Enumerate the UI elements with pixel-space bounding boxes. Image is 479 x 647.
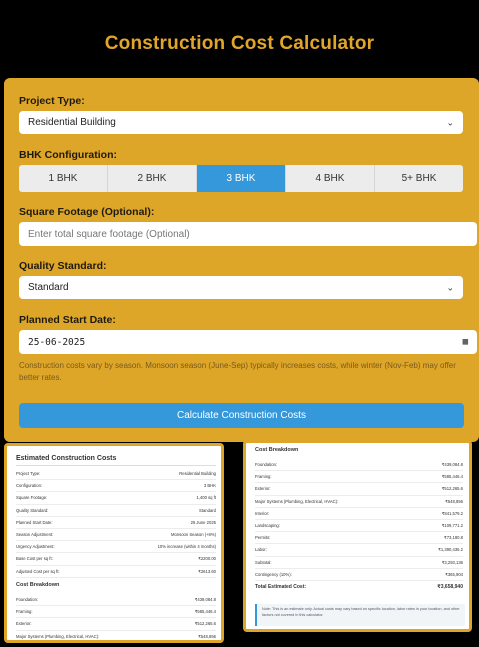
estimate-row: Planned Start Date: 25 June 2025 bbox=[16, 517, 216, 529]
bhk-option-2[interactable]: 2 BHK bbox=[108, 165, 197, 192]
calculator-form: Project Type: Residential Building ⌄ BHK… bbox=[4, 78, 479, 442]
bhk-option-5plus[interactable]: 5+ BHK bbox=[375, 165, 463, 192]
breakdown-list: Foundation: ₹439,084.8 Framing: ₹585,446.4… bbox=[255, 459, 463, 593]
estimate-breakdown: Foundation: ₹439,084.8 Framing: ₹585,446.4… bbox=[16, 594, 216, 640]
estimate-row: Square Footage: 1,400 sq ft bbox=[16, 492, 216, 505]
estimate-note: Note: This is an estimate only. Actual c… bbox=[255, 604, 465, 626]
season-note: Construction costs vary by season. Monso… bbox=[19, 361, 456, 382]
breakdown-row: Permits: ₹73,180.8 bbox=[255, 532, 463, 545]
start-date-input[interactable]: 25-06-2025 ▦ bbox=[19, 330, 477, 354]
estimate-row: Configuration: 3 BHK bbox=[16, 480, 216, 493]
calendar-icon[interactable]: ▦ bbox=[463, 337, 468, 347]
estimate-panel: Estimated Construction Costs Project Typ… bbox=[4, 443, 224, 643]
estimate-breakdown-title: Cost Breakdown bbox=[16, 582, 60, 588]
breakdown-row: Interior: ₹841,579.2 bbox=[255, 508, 463, 520]
breakdown-row: Foundation: ₹439,084.8 bbox=[255, 459, 463, 472]
bhk-label: BHK Configuration: bbox=[19, 149, 117, 161]
estimate-row: Project Type: Residential Building bbox=[16, 468, 216, 481]
sqft-label: Square Footage (Optional): bbox=[19, 206, 155, 218]
breakdown-row: Contingency (10%): ₹365,904 bbox=[255, 569, 463, 581]
calculate-button[interactable]: Calculate Construction Costs bbox=[19, 403, 464, 428]
breakdown-row: Landscaping: ₹109,771.2 bbox=[255, 520, 463, 533]
breakdown-row: Foundation: ₹439,084.8 bbox=[16, 594, 216, 607]
breakdown-row: Subtotal: ₹3,293,136 bbox=[255, 557, 463, 569]
breakdown-title: Cost Breakdown bbox=[255, 447, 299, 453]
breakdown-row: Major Systems (Plumbing, Electrical, HVA… bbox=[16, 631, 216, 640]
breakdown-row: Exterior: ₹512,265.6 bbox=[255, 483, 463, 496]
quality-label: Quality Standard: bbox=[19, 260, 107, 272]
sqft-input[interactable]: Enter total square footage (Optional) bbox=[19, 222, 477, 246]
breakdown-row: Labor: ₹1,390,435.2 bbox=[255, 544, 463, 557]
page: Construction Cost Calculator Project Typ… bbox=[0, 0, 479, 647]
project-type-select[interactable]: Residential Building ⌄ bbox=[19, 111, 463, 134]
bhk-option-4[interactable]: 4 BHK bbox=[286, 165, 375, 192]
page-title: Construction Cost Calculator bbox=[104, 33, 375, 54]
chevron-down-icon: ⌄ bbox=[446, 282, 454, 292]
estimate-row: Season Adjustment: Monsoon Season (+8%) bbox=[16, 529, 216, 542]
breakdown-panel: Cost Breakdown Foundation: ₹439,084.8 Fra… bbox=[243, 440, 472, 632]
estimate-title: Estimated Construction Costs bbox=[16, 455, 117, 462]
bhk-option-1[interactable]: 1 BHK bbox=[19, 165, 108, 192]
project-type-label: Project Type: bbox=[19, 95, 85, 107]
date-label: Planned Start Date: bbox=[19, 314, 116, 326]
chevron-down-icon: ⌄ bbox=[446, 117, 454, 127]
estimate-summary: Project Type: Residential Building Config… bbox=[16, 468, 216, 578]
bhk-option-3-selected[interactable]: 3 BHK bbox=[197, 165, 286, 192]
estimate-row: Base Cost per sq ft: ₹2200.00 bbox=[16, 553, 216, 566]
breakdown-row: Exterior: ₹512,265.6 bbox=[16, 618, 216, 631]
total-row: Total Estimated Cost: ₹3,658,940 bbox=[255, 583, 463, 590]
quality-value: Standard bbox=[28, 282, 69, 293]
bhk-selector: 1 BHK 2 BHK 3 BHK 4 BHK 5+ BHK bbox=[19, 165, 463, 192]
divider bbox=[16, 465, 216, 466]
estimate-row: Adjusted Cost per sq ft: ₹2613.60 bbox=[16, 566, 216, 578]
project-type-value: Residential Building bbox=[28, 117, 116, 128]
estimate-row: Quality Standard: Standard bbox=[16, 505, 216, 517]
quality-select[interactable]: Standard ⌄ bbox=[19, 276, 463, 299]
breakdown-row: Framing: ₹585,446.4 bbox=[255, 471, 463, 484]
start-date-value: 25-06-2025 bbox=[28, 336, 86, 348]
estimate-row: Urgency Adjustment: 10% increase (within … bbox=[16, 541, 216, 554]
breakdown-row: Major Systems (Plumbing, Electrical, HVA… bbox=[255, 496, 463, 508]
breakdown-row: Framing: ₹585,446.4 bbox=[16, 606, 216, 619]
sqft-placeholder: Enter total square footage (Optional) bbox=[28, 228, 190, 240]
